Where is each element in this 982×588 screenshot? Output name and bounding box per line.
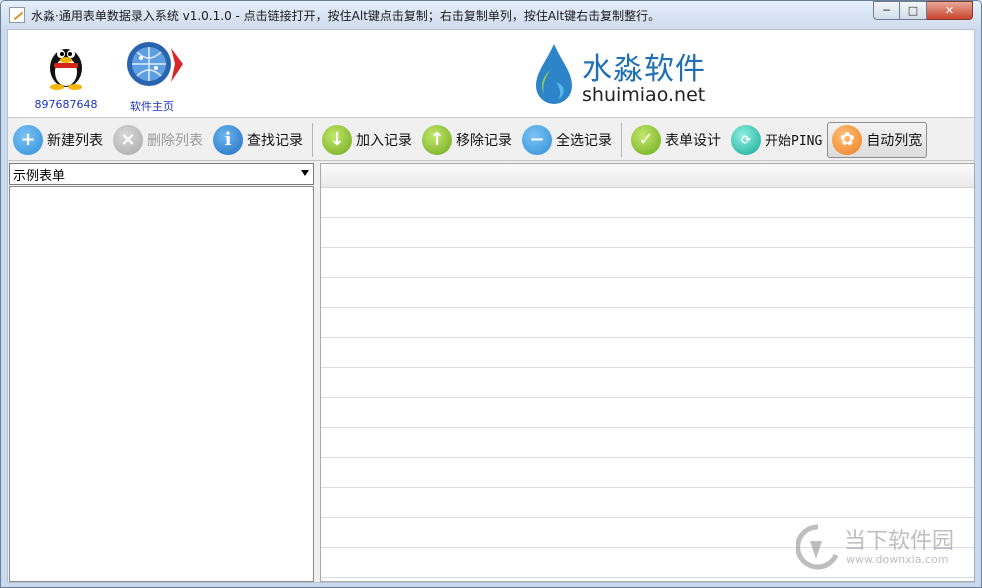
app-window: 水淼·通用表单数据录入系统 v1.0.1.0 - 点击链接打开，按住Alt键点击… xyxy=(0,0,982,588)
arrow-down-icon: ↓ xyxy=(322,124,352,155)
qq-link[interactable]: 897687648 xyxy=(30,38,102,111)
form-select-value: 示例表单 xyxy=(13,168,66,184)
new-list-label: 新建列表 xyxy=(47,132,103,149)
find-record-button[interactable]: i 查找记录 xyxy=(208,122,308,158)
title-bar[interactable]: 水淼·通用表单数据录入系统 v1.0.1.0 - 点击链接打开，按住Alt键点击… xyxy=(1,1,981,29)
table-row[interactable] xyxy=(321,428,974,458)
table-row[interactable] xyxy=(321,458,974,488)
table-row[interactable] xyxy=(321,398,974,428)
plus-icon: + xyxy=(13,124,43,155)
watermark-text-cn: 当下软件园 xyxy=(844,529,955,554)
table-row[interactable] xyxy=(321,488,974,518)
window-controls: ─ □ ✕ xyxy=(873,1,973,20)
form-list-pane: 示例表单 xyxy=(9,163,314,582)
check-icon: ✓ xyxy=(631,124,661,155)
toolbar-separator xyxy=(312,122,313,157)
auto-column-width-label: 自动列宽 xyxy=(866,132,923,149)
minimize-button[interactable]: ─ xyxy=(873,1,900,20)
reel-icon: ✿ xyxy=(832,124,863,155)
form-design-button[interactable]: ✓ 表单设计 xyxy=(626,122,726,158)
remove-record-button[interactable]: ↑ 移除记录 xyxy=(417,122,517,158)
homepage-link[interactable]: 软件主页 xyxy=(116,38,188,114)
downxia-logo-icon xyxy=(796,524,839,570)
toolbar-separator xyxy=(621,122,622,157)
watermark-text-en: www.downxia.com xyxy=(846,553,949,566)
delete-list-button[interactable]: × 删除列表 xyxy=(108,122,208,158)
dropdown-arrow-icon[interactable] xyxy=(301,170,309,176)
table-row[interactable] xyxy=(321,368,974,398)
table-row[interactable] xyxy=(321,308,974,338)
water-drop-icon xyxy=(536,44,572,104)
globe-icon xyxy=(127,42,183,86)
ping-icon: ⟳ xyxy=(731,124,761,155)
delete-list-label: 删除列表 xyxy=(147,132,203,149)
logo-text-cn: 水淼软件 xyxy=(582,52,706,87)
qq-number[interactable]: 897687648 xyxy=(30,98,102,111)
new-list-button[interactable]: + 新建列表 xyxy=(8,122,108,158)
table-row[interactable] xyxy=(321,338,974,368)
toolbar: + 新建列表 × 删除列表 i 查找记录 ↓ 加入记录 ↑ 移除记录 − 全选记… xyxy=(8,119,974,161)
info-icon: i xyxy=(213,124,243,155)
client-area: 897687648 软件主页 水淼软件 shuimiao.net + 新建列表 … xyxy=(7,29,975,583)
form-design-label: 表单设计 xyxy=(665,132,721,149)
downxia-watermark: 当下软件园 www.downxia.com xyxy=(796,519,966,579)
list-box[interactable] xyxy=(9,186,314,582)
table-row[interactable] xyxy=(321,188,974,218)
find-record-label: 查找记录 xyxy=(247,132,303,149)
table-row[interactable] xyxy=(321,218,974,248)
add-record-button[interactable]: ↓ 加入记录 xyxy=(317,122,417,158)
logo-text-en: shuimiao.net xyxy=(582,84,706,106)
notepad-icon xyxy=(9,7,25,23)
add-record-label: 加入记录 xyxy=(356,132,412,149)
header-banner: 897687648 软件主页 水淼软件 shuimiao.net xyxy=(8,30,974,118)
penguin-icon xyxy=(50,49,82,90)
form-select[interactable]: 示例表单 xyxy=(9,163,314,185)
close-button[interactable]: ✕ xyxy=(927,1,973,20)
start-ping-label: 开始PING xyxy=(765,134,823,149)
remove-record-label: 移除记录 xyxy=(456,132,512,149)
table-row[interactable] xyxy=(321,248,974,278)
select-all-label: 全选记录 xyxy=(556,132,612,149)
window-title: 水淼·通用表单数据录入系统 v1.0.1.0 - 点击链接打开，按住Alt键点击… xyxy=(31,8,661,23)
table-row[interactable] xyxy=(321,278,974,308)
homepage-label[interactable]: 软件主页 xyxy=(116,98,188,114)
maximize-button[interactable]: □ xyxy=(900,1,927,20)
start-ping-button[interactable]: ⟳ 开始PING xyxy=(726,122,827,158)
auto-column-width-button[interactable]: ✿ 自动列宽 xyxy=(827,121,928,158)
select-all-button[interactable]: − 全选记录 xyxy=(517,122,617,158)
minus-icon: − xyxy=(522,124,552,155)
arrow-up-icon: ↑ xyxy=(422,124,452,155)
close-circle-icon: × xyxy=(113,124,143,155)
shuimiao-logo: 水淼软件 shuimiao.net xyxy=(530,42,730,106)
grid-header[interactable] xyxy=(321,164,974,188)
